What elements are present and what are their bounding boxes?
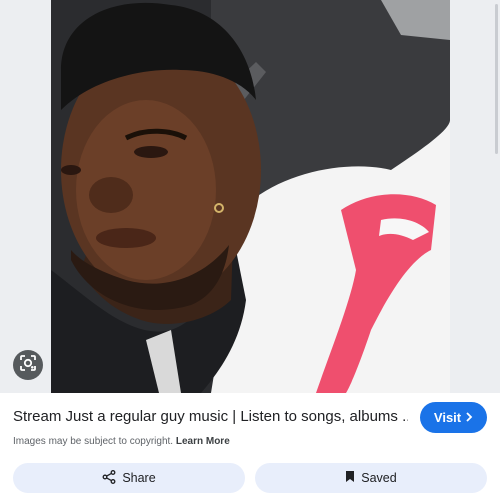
scrollbar[interactable] <box>495 4 498 154</box>
copyright-notice: Images may be subject to copyright. Lear… <box>13 436 230 447</box>
saved-label: Saved <box>361 471 397 485</box>
result-title[interactable]: Stream Just a regular guy music | Listen… <box>13 408 408 425</box>
visit-label: Visit <box>433 410 462 425</box>
share-label: Share <box>122 471 156 485</box>
share-icon <box>102 469 116 487</box>
lens-icon <box>19 354 37 377</box>
photo-illustration <box>51 0 450 393</box>
copyright-text: Images may be subject to copyright. <box>13 436 174 447</box>
share-button[interactable]: Share <box>13 463 245 493</box>
lens-search-button[interactable] <box>13 350 43 380</box>
result-photo[interactable] <box>51 0 450 393</box>
saved-button[interactable]: Saved <box>255 463 487 493</box>
chevron-right-icon <box>465 410 473 425</box>
image-viewer <box>0 0 500 393</box>
visit-button[interactable]: Visit <box>420 402 487 433</box>
bookmark-icon <box>345 470 355 486</box>
image-result-panel: Stream Just a regular guy music | Listen… <box>0 0 500 500</box>
learn-more-link[interactable]: Learn More <box>176 436 230 447</box>
